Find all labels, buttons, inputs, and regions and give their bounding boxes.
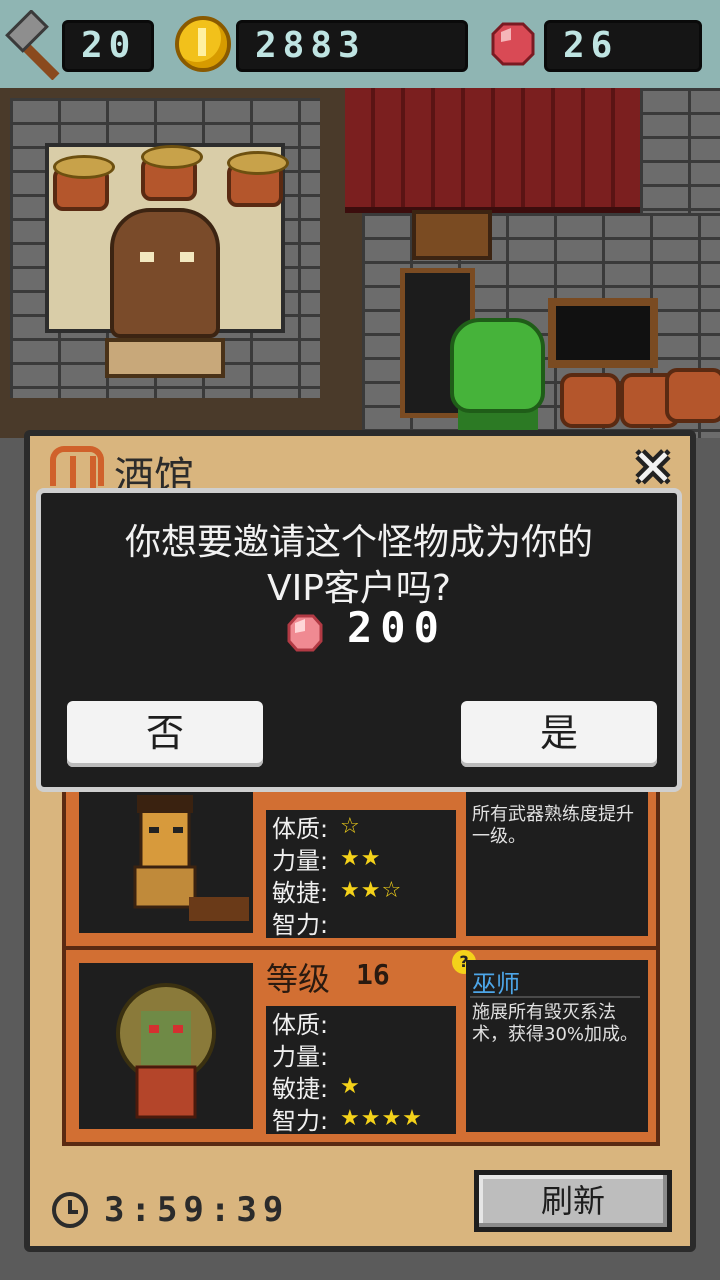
- gem-count: 26: [544, 20, 702, 72]
- stat-row: 力量: ★★: [266, 842, 456, 875]
- hammer-count: 20: [62, 20, 154, 72]
- stat-row: 体质:: [266, 1006, 456, 1039]
- stat-label: 体质:: [272, 1010, 329, 1039]
- stat-row: 智力:: [266, 906, 456, 939]
- stat-row: 智力: ★★★★: [266, 1102, 456, 1135]
- tavern-icon: [50, 446, 104, 490]
- stat-label: 敏捷:: [272, 1074, 329, 1103]
- stat-label: 力量:: [272, 1042, 329, 1071]
- skill-description: 施展所有毁灭系法术，获得30%加成。: [472, 1002, 639, 1045]
- stat-label: 敏捷:: [272, 878, 329, 907]
- monster-portrait: [76, 960, 256, 1132]
- gold-count: 2883: [236, 20, 468, 72]
- werewolf-merchant: [110, 208, 220, 338]
- tavern-scene: [0, 88, 720, 438]
- skill-name: 巫师: [472, 970, 520, 998]
- stat-label: 智力:: [272, 910, 329, 939]
- barrel: [53, 155, 115, 211]
- barrel: [560, 373, 620, 428]
- beer-mug-sign-icon: [412, 210, 492, 260]
- gem-icon: [491, 22, 535, 66]
- level-value: 16: [356, 958, 390, 991]
- gold-coin-icon: [175, 16, 231, 72]
- stat-row: 力量:: [266, 1038, 456, 1071]
- eye: [180, 252, 194, 262]
- stat-row: 敏捷: ★: [266, 1070, 456, 1103]
- no-button[interactable]: 否: [67, 701, 263, 767]
- stats-box: 体质: 力量: 敏捷: ★ 智力: ★★★★: [266, 1006, 456, 1135]
- stat-stars: ★★: [340, 845, 382, 871]
- gem-icon: [287, 614, 323, 652]
- dialog-question: 你想要邀请这个怪物成为你的: [124, 522, 593, 563]
- skill-box: 巫师 施展所有毁灭系法术，获得30%加成。: [466, 960, 648, 1132]
- stat-row: 体质: ☆: [266, 810, 456, 843]
- stat-stars: ☆: [340, 813, 361, 839]
- level-label: 等级: [266, 960, 331, 998]
- eye: [140, 252, 154, 262]
- tavern-roof: [345, 88, 645, 213]
- shop-counter: [105, 338, 225, 378]
- stat-stars: ★★★★: [340, 1105, 423, 1131]
- tavern-wall: [640, 88, 720, 218]
- tavern-window: [548, 298, 658, 368]
- stat-label: 智力:: [272, 1106, 329, 1135]
- divider: [470, 996, 640, 998]
- stat-stars: ★★☆: [340, 877, 403, 903]
- medusa-sprite: [116, 983, 216, 1119]
- invite-cost: 200: [347, 603, 447, 652]
- barrel: [141, 145, 203, 201]
- refresh-timer: 3:59:39: [104, 1190, 290, 1230]
- clock-icon: [52, 1192, 88, 1228]
- monster-card[interactable]: 等级 16 ? 体质: 力量: 敏捷: ★ 智力: ★★★★ 巫师 施展所有毁灭系法…: [62, 946, 660, 1146]
- barrel: [665, 368, 720, 423]
- skill-description: 所有武器熟练度提升一级。: [472, 804, 634, 847]
- yes-button[interactable]: 是: [461, 701, 657, 767]
- stat-label: 力量:: [272, 846, 329, 875]
- resource-bar: 20 2883 26: [0, 0, 720, 88]
- vip-invite-dialog: 你想要邀请这个怪物成为你的 VIP客户吗? 200 否 是: [36, 488, 682, 792]
- stat-label: 体质:: [272, 814, 329, 843]
- barrel: [227, 151, 289, 207]
- refresh-button[interactable]: 刷新: [474, 1170, 672, 1232]
- goblin-customer[interactable]: [450, 318, 545, 413]
- stat-row: 敏捷: ★★☆: [266, 874, 456, 907]
- stats-box: 体质: ☆ 力量: ★★ 敏捷: ★★☆ 智力:: [266, 810, 456, 939]
- stat-stars: ★: [340, 1073, 361, 1099]
